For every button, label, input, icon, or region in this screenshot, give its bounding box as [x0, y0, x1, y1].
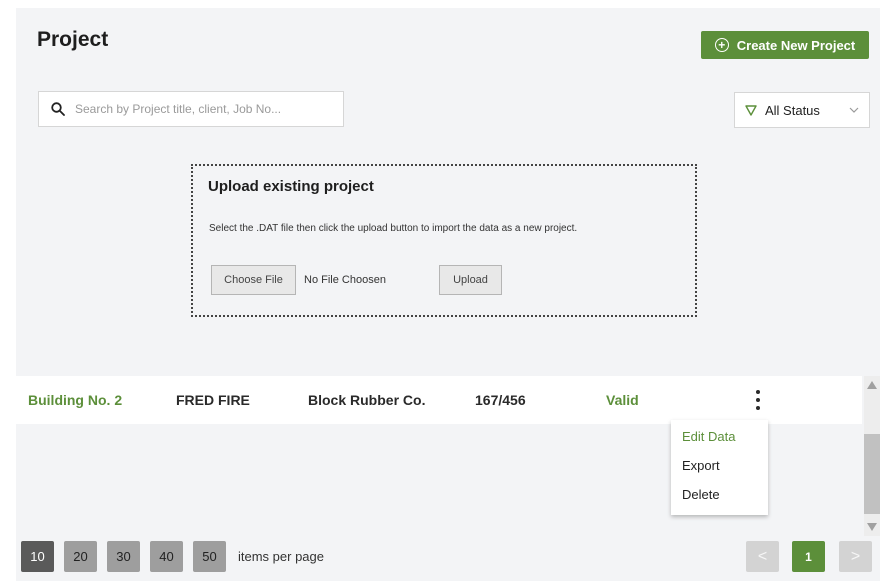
menu-item-delete[interactable]: Delete — [682, 487, 720, 502]
search-icon — [51, 102, 65, 116]
client-cell: Block Rubber Co. — [308, 392, 426, 408]
file-status: No File Choosen — [304, 274, 386, 286]
chevron-down-icon — [849, 104, 859, 116]
kebab-menu-icon[interactable] — [751, 388, 765, 412]
menu-item-export[interactable]: Export — [682, 458, 720, 473]
filter-icon — [745, 104, 757, 116]
status-cell: Valid — [606, 392, 639, 408]
project-title-cell[interactable]: Building No. 2 — [28, 392, 122, 408]
search-box[interactable] — [38, 91, 344, 127]
row-action-menu: Edit Data Export Delete — [671, 420, 768, 515]
page-size-10[interactable]: 10 — [21, 541, 54, 572]
scroll-down-icon[interactable] — [867, 523, 877, 531]
create-project-label: Create New Project — [736, 37, 856, 53]
upload-description: Select the .DAT file then click the uplo… — [209, 223, 578, 234]
scrollbar[interactable] — [864, 376, 880, 536]
upload-button[interactable]: Upload — [439, 265, 502, 295]
upload-title: Upload existing project — [208, 178, 374, 195]
page-size-20[interactable]: 20 — [64, 541, 97, 572]
upload-panel: Upload existing project Select the .DAT … — [191, 164, 697, 317]
status-filter-value: All Status — [765, 102, 820, 118]
search-input[interactable] — [73, 101, 327, 117]
choose-file-button[interactable]: Choose File — [211, 265, 296, 295]
menu-item-edit-data[interactable]: Edit Data — [682, 429, 735, 444]
plus-circle-icon: + — [714, 38, 729, 52]
next-page-button[interactable]: > — [839, 541, 872, 572]
page-title: Project — [37, 28, 109, 51]
scroll-up-icon[interactable] — [867, 381, 877, 389]
page-size-selector: 10 20 30 40 50 items per page — [21, 541, 324, 572]
page-size-50[interactable]: 50 — [193, 541, 226, 572]
items-per-page-label: items per page — [238, 549, 324, 564]
table-row[interactable]: Building No. 2 FRED FIRE Block Rubber Co… — [16, 376, 862, 424]
create-project-button[interactable]: + Create New Project — [701, 31, 869, 59]
scrollbar-thumb[interactable] — [864, 434, 880, 514]
page-size-30[interactable]: 30 — [107, 541, 140, 572]
prev-page-button[interactable]: < — [746, 541, 779, 572]
page-size-40[interactable]: 40 — [150, 541, 183, 572]
contact-cell: FRED FIRE — [176, 392, 250, 408]
job-number-cell: 167/456 — [475, 392, 526, 408]
page-number-button[interactable]: 1 — [792, 541, 825, 572]
status-filter-select[interactable]: All Status — [734, 92, 870, 128]
